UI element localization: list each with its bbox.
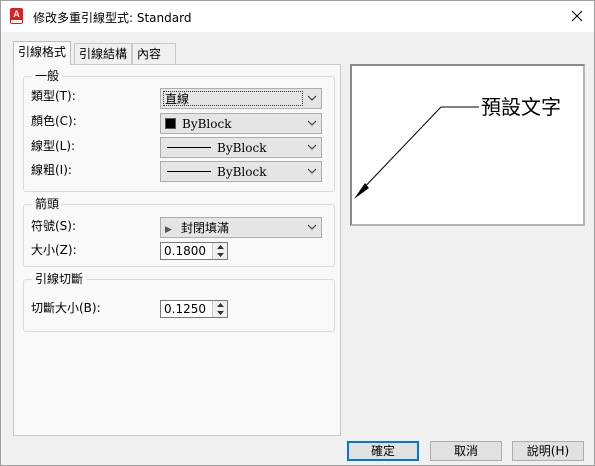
arrow-symbol-combo[interactable]: ▶ 封閉填滿 [160, 217, 322, 238]
title-bar: A 修改多重引線型式: Standard [1, 1, 594, 32]
spinner-buttons [212, 301, 227, 317]
leader-arrowhead [354, 183, 369, 199]
break-size-spinner[interactable]: 0.1250 [160, 300, 228, 318]
break-size-label: 切斷大小(B): [31, 301, 101, 315]
general-legend: 一般 [32, 69, 63, 83]
spin-up-button[interactable] [213, 301, 227, 309]
caret-down-icon [216, 253, 224, 257]
arrowhead-legend: 箭頭 [32, 197, 63, 211]
type-label: 類型(T): [31, 89, 76, 103]
autocad-app-icon: A [10, 8, 23, 24]
lineweight-label: 線粗(I): [31, 163, 72, 177]
chevron-down-icon [307, 144, 317, 150]
close-icon [571, 10, 583, 22]
arrow-size-label: 大小(Z): [31, 243, 77, 257]
color-value: ByBlock [182, 117, 232, 131]
linetype-value-wrap: ByBlock [165, 141, 266, 155]
type-combo[interactable]: 直線 [160, 88, 322, 109]
chevron-down-icon [307, 224, 317, 230]
window-title: 修改多重引線型式: Standard [33, 11, 192, 25]
tab-leader-structure[interactable]: 引線結構 [74, 43, 133, 64]
landing-break-legend: 引線切斷 [32, 272, 87, 286]
spinner-buttons [212, 243, 227, 259]
color-label: 顏色(C): [31, 114, 77, 128]
arrow-symbol-label: 符號(S): [31, 219, 77, 233]
chevron-down-icon [307, 120, 317, 126]
arrow-size-value: 0.1800 [164, 244, 206, 258]
cancel-button[interactable]: 取消 [430, 441, 502, 461]
line-sample-icon [167, 147, 211, 148]
tab-leader-format[interactable]: 引線格式 [13, 41, 72, 65]
ok-button[interactable]: 確定 [347, 441, 419, 461]
arrow-size-spinner[interactable]: 0.1800 [160, 242, 228, 260]
leader-line [357, 106, 442, 195]
preview-text: 預設文字 [481, 95, 561, 119]
arrow-symbol-value-wrap: ▶ 封閉填滿 [165, 221, 229, 237]
close-button[interactable] [564, 4, 590, 28]
tab-content[interactable]: 內容 [132, 43, 176, 64]
lineweight-combo[interactable]: ByBlock [160, 161, 322, 182]
spin-down-button[interactable] [213, 309, 227, 317]
dialog-window: A 修改多重引線型式: Standard 引線格式 引線結構 內容 一般 類型(… [0, 0, 595, 466]
help-button[interactable]: 說明(H) [512, 441, 584, 461]
linetype-label: 線型(L): [31, 139, 76, 153]
caret-down-icon [216, 311, 224, 315]
linetype-combo[interactable]: ByBlock [160, 137, 322, 158]
tab-panel: 一般 類型(T): 直線 顏色(C): ByBlock 線型(L): ByBlo… [13, 64, 341, 436]
spin-down-button[interactable] [213, 251, 227, 259]
caret-up-icon [216, 245, 224, 249]
type-value: 直線 [165, 92, 190, 106]
break-size-value: 0.1250 [164, 302, 206, 316]
color-combo[interactable]: ByBlock [160, 113, 322, 134]
caret-up-icon [216, 303, 224, 307]
lineweight-value: ByBlock [217, 165, 267, 179]
line-sample-icon [167, 171, 211, 172]
closed-filled-arrow-icon: ▶ [165, 225, 172, 235]
arrow-symbol-value: 封閉填滿 [181, 221, 230, 235]
chevron-down-icon [307, 95, 317, 101]
linetype-value: ByBlock [217, 141, 267, 155]
leader-preview-drawing [354, 106, 479, 199]
chevron-down-icon [307, 168, 317, 174]
leader-preview: 預設文字 [350, 64, 585, 226]
color-value-wrap: ByBlock [165, 117, 231, 131]
lineweight-value-wrap: ByBlock [165, 165, 266, 179]
spin-up-button[interactable] [213, 243, 227, 251]
color-swatch-icon [165, 118, 176, 129]
